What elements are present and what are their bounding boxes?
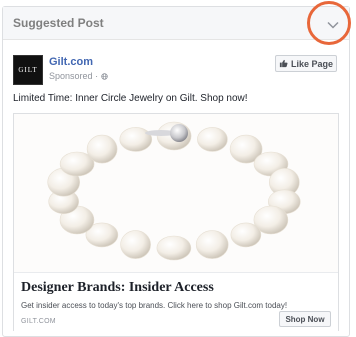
pearl-bead xyxy=(197,127,228,152)
page-logo[interactable]: GILT xyxy=(13,55,43,85)
shop-now-button[interactable]: Shop Now xyxy=(279,311,331,327)
separator-dot: · xyxy=(95,71,99,81)
pearl-bead xyxy=(120,230,151,259)
sponsored-label: Sponsored · xyxy=(49,71,108,81)
like-page-label: Like Page xyxy=(290,58,334,69)
link-footer[interactable]: Designer Brands: Insider Access Get insi… xyxy=(14,272,338,331)
clasp-bead xyxy=(170,124,188,142)
link-headline[interactable]: Designer Brands: Insider Access xyxy=(21,280,214,296)
link-domain: GILT.COM xyxy=(21,318,56,325)
pearl-bead xyxy=(86,134,118,164)
like-page-button[interactable]: Like Page xyxy=(275,55,337,72)
page-logo-text: GILT xyxy=(18,66,38,74)
card-header-title: Suggested Post xyxy=(13,16,104,30)
pearl-bead xyxy=(230,222,262,248)
pearl-bead xyxy=(119,127,153,152)
post-text: Limited Time: Inner Circle Jewelry on Gi… xyxy=(13,93,248,104)
card-header: Suggested Post xyxy=(3,7,349,40)
bracelet-illustration xyxy=(47,121,301,261)
annotation-circle xyxy=(307,1,351,45)
sponsored-text: Sponsored xyxy=(49,71,93,81)
pearl-bead xyxy=(195,230,229,259)
thumbs-up-icon xyxy=(279,59,288,68)
suggested-post-card: Suggested Post GILT Gilt.com Sponsored ·… xyxy=(2,6,350,337)
pearl-bracelet-image[interactable] xyxy=(14,114,338,272)
globe-icon xyxy=(100,73,108,80)
link-description: Get insider access to today's top brands… xyxy=(21,301,288,310)
page-name-link[interactable]: Gilt.com xyxy=(49,56,93,68)
pearl-bead xyxy=(156,235,192,261)
link-preview[interactable]: Designer Brands: Insider Access Get insi… xyxy=(13,113,339,331)
